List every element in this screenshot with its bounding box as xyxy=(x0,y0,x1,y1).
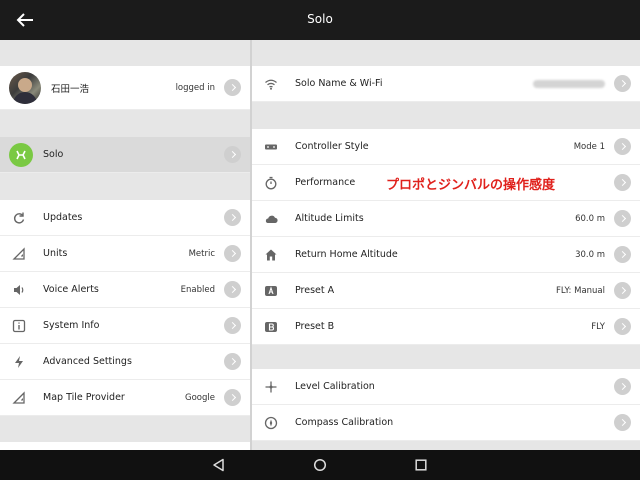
account-name: 石田一浩 xyxy=(51,83,90,95)
setting-label: Compass Calibration xyxy=(295,417,394,428)
account-row[interactable]: 石田一浩 logged in xyxy=(0,66,250,110)
chevron-right-icon[interactable] xyxy=(614,174,631,191)
setting-level-calibration[interactable]: Level Calibration xyxy=(252,369,640,405)
chevron-right-icon[interactable] xyxy=(614,282,631,299)
annotation-text: プロポとジンバルの操作感度 xyxy=(386,178,556,193)
top-app-bar: Solo xyxy=(0,0,640,40)
setting-value: 60.0 m xyxy=(575,213,605,224)
sidebar-item-system-info[interactable]: System Info xyxy=(0,308,250,344)
wifi-icon xyxy=(263,76,279,92)
setting-controller-style[interactable]: Controller Style Mode 1 xyxy=(252,129,640,165)
sidebar-item-map-tile-provider[interactable]: Map Tile Provider Google xyxy=(0,380,250,416)
nav-recents-square-icon[interactable] xyxy=(413,457,429,473)
sidebar-item-label: Solo xyxy=(43,149,64,160)
cloud-icon xyxy=(263,211,279,227)
setting-label: Controller Style xyxy=(295,141,369,152)
chevron-right-icon[interactable] xyxy=(614,75,631,92)
setting-solo-name-wifi[interactable]: Solo Name & Wi-Fi xyxy=(252,66,640,102)
sidebar-item-label: System Info xyxy=(43,320,100,331)
preset-b-icon xyxy=(263,319,279,335)
chevron-right-icon[interactable] xyxy=(224,317,241,334)
setting-label: Solo Name & Wi-Fi xyxy=(295,78,383,89)
sidebar-item-solo[interactable]: Solo xyxy=(0,137,250,173)
sidebar-item-units[interactable]: Units Metric xyxy=(0,236,250,272)
sidebar-item-value: Enabled xyxy=(180,284,215,295)
left-settings-column: 石田一浩 logged in Solo Updates Units Metric… xyxy=(0,40,250,450)
setting-label: Preset B xyxy=(295,321,335,332)
setting-value: FLY: Manual xyxy=(555,285,605,296)
page-title: Solo xyxy=(307,12,333,26)
chevron-right-icon[interactable] xyxy=(614,318,631,335)
setting-preset-a[interactable]: Preset A FLY: Manual xyxy=(252,273,640,309)
system-navigation-bar xyxy=(0,450,640,480)
sidebar-item-label: Units xyxy=(43,248,68,259)
sidebar-item-label: Voice Alerts xyxy=(43,284,99,295)
sidebar-item-value: Metric xyxy=(188,248,215,259)
sidebar-item-advanced-settings[interactable]: Advanced Settings xyxy=(0,344,250,380)
setting-value: Mode 1 xyxy=(573,141,605,152)
chevron-right-icon[interactable] xyxy=(614,246,631,263)
preset-a-icon xyxy=(263,283,279,299)
speaker-icon xyxy=(11,282,27,298)
sidebar-item-label: Map Tile Provider xyxy=(43,392,125,403)
setting-value: FLY xyxy=(591,321,605,332)
ruler-triangle-icon xyxy=(11,246,27,262)
sidebar-item-label: Advanced Settings xyxy=(43,356,132,367)
chevron-right-icon[interactable] xyxy=(224,245,241,262)
chevron-right-icon[interactable] xyxy=(614,414,631,431)
account-status: logged in xyxy=(175,82,215,93)
setting-label: Return Home Altitude xyxy=(295,249,398,260)
refresh-icon xyxy=(11,210,27,226)
nav-back-triangle-icon[interactable] xyxy=(211,457,227,473)
nav-home-circle-icon[interactable] xyxy=(312,457,328,473)
list-row-partial xyxy=(0,442,250,450)
avatar xyxy=(9,71,41,104)
home-icon xyxy=(263,247,279,263)
setting-label: Preset A xyxy=(295,285,335,296)
chevron-right-icon[interactable] xyxy=(224,389,241,406)
sidebar-item-value: Google xyxy=(185,392,215,403)
info-box-icon xyxy=(11,318,27,334)
sidebar-item-voice-alerts[interactable]: Voice Alerts Enabled xyxy=(0,272,250,308)
sidebar-item-updates[interactable]: Updates xyxy=(0,200,250,236)
controller-icon xyxy=(263,139,279,155)
redacted-wifi-name xyxy=(533,79,605,88)
chevron-right-icon[interactable] xyxy=(614,378,631,395)
crosshair-icon xyxy=(263,379,279,395)
chevron-right-icon[interactable] xyxy=(614,210,631,227)
chevron-right-icon[interactable] xyxy=(224,209,241,226)
solo-drone-icon xyxy=(9,142,33,167)
chevron-right-icon[interactable] xyxy=(224,281,241,298)
ruler-triangle-icon xyxy=(11,390,27,406)
setting-preset-b[interactable]: Preset B FLY xyxy=(252,309,640,345)
lightning-bolt-icon xyxy=(11,354,27,370)
setting-compass-calibration[interactable]: Compass Calibration xyxy=(252,405,640,441)
setting-altitude-limits[interactable]: Altitude Limits 60.0 m xyxy=(252,201,640,237)
chevron-right-icon[interactable] xyxy=(224,146,241,163)
setting-label: Altitude Limits xyxy=(295,213,364,224)
compass-icon xyxy=(263,415,279,431)
chevron-right-icon[interactable] xyxy=(224,79,241,96)
setting-return-home-altitude[interactable]: Return Home Altitude 30.0 m xyxy=(252,237,640,273)
chevron-right-icon[interactable] xyxy=(224,353,241,370)
right-settings-column: Solo Name & Wi-Fi Controller Style Mode … xyxy=(252,40,640,450)
chevron-right-icon[interactable] xyxy=(614,138,631,155)
setting-label: Level Calibration xyxy=(295,381,375,392)
sidebar-item-label: Updates xyxy=(43,212,83,223)
stopwatch-icon xyxy=(263,175,279,191)
setting-value: 30.0 m xyxy=(575,249,605,260)
